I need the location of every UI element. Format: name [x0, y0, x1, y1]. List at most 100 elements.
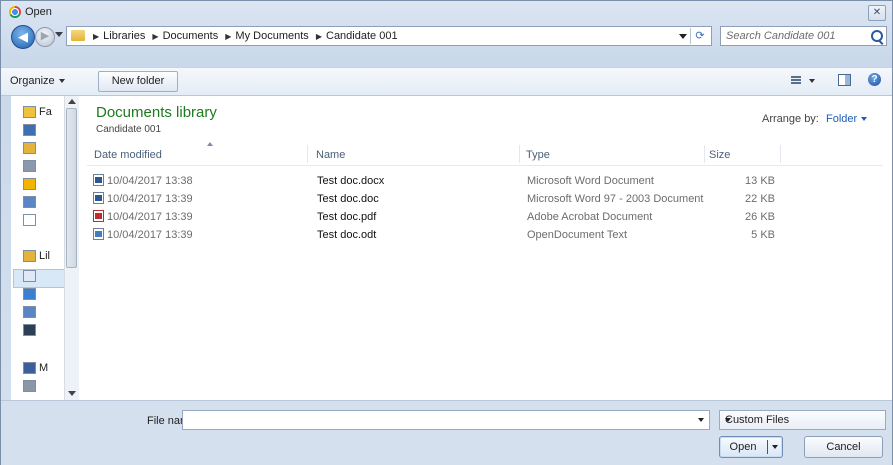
nav-item[interactable]: Fa [23, 106, 52, 122]
search-box[interactable] [720, 26, 887, 46]
address-dropdown[interactable] [679, 34, 687, 39]
file-list-pane: Documents library Candidate 001 Arrange … [79, 96, 892, 400]
nav-item[interactable]: Lil [23, 250, 50, 266]
nav-item[interactable] [23, 380, 39, 396]
desktop-icon [23, 124, 36, 137]
recent-locations-dropdown[interactable] [55, 32, 63, 37]
file-size: 26 KB [745, 211, 775, 223]
column-name[interactable]: Name [316, 149, 345, 161]
nav-item[interactable]: M [23, 362, 48, 378]
file-row[interactable]: 10/04/2017 13:39 Test doc.doc Microsoft Wo… [87, 190, 883, 208]
column-divider[interactable] [519, 145, 520, 163]
breadcrumb-separator[interactable]: ▶ [316, 32, 322, 41]
google-drive-icon [23, 178, 36, 191]
title-bar: Open ✕ [1, 1, 892, 23]
address-bar[interactable]: ▶ Libraries ▶ Documents ▶ My Documents ▶ Can… [66, 26, 712, 46]
file-date-modified: 10/04/2017 13:38 [107, 175, 193, 187]
forward-button[interactable]: ▶ [35, 27, 55, 47]
column-divider[interactable] [307, 145, 308, 163]
breadcrumb-separator[interactable]: ▶ [225, 32, 231, 41]
computer-icon [23, 362, 36, 375]
file-name: Test doc.docx [317, 175, 385, 187]
file-name-area: File name: Custom Files Open Cancel [1, 400, 892, 465]
search-input[interactable] [726, 29, 861, 43]
column-date-modified[interactable]: Date modified [94, 149, 162, 161]
library-title: Documents library [96, 104, 217, 121]
nav-item[interactable] [23, 214, 39, 230]
libraries-icon [23, 250, 36, 263]
column-size[interactable]: Size [709, 149, 730, 161]
file-name-field[interactable] [182, 410, 710, 430]
breadcrumb-documents[interactable]: Documents [163, 30, 219, 42]
file-date-modified: 10/04/2017 13:39 [107, 193, 193, 205]
navigation-scrollbar[interactable] [64, 96, 79, 400]
star-icon [23, 106, 36, 119]
open-dialog: Open ✕ ◀ ▶ ▶ Libraries ▶ Documents ▶ My Doc… [0, 0, 893, 465]
column-divider[interactable] [780, 145, 781, 163]
file-type-select[interactable]: Custom Files [719, 410, 886, 430]
close-button[interactable]: ✕ [868, 5, 886, 21]
documents-icon [23, 270, 36, 283]
nav-item[interactable] [23, 124, 39, 140]
breadcrumb: ▶ Libraries ▶ Documents ▶ My Documents ▶ Can… [89, 30, 398, 42]
file-name: Test doc.doc [317, 193, 379, 205]
nav-item[interactable] [23, 160, 39, 176]
cancel-button[interactable]: Cancel [804, 436, 883, 458]
nav-item[interactable] [23, 306, 39, 322]
scroll-up-icon[interactable] [68, 99, 76, 104]
nav-item[interactable] [23, 288, 39, 304]
pictures-icon [23, 196, 36, 209]
file-name-dropdown[interactable] [698, 418, 704, 422]
breadcrumb-candidate-001[interactable]: Candidate 001 [326, 30, 398, 42]
pictures-icon [23, 306, 36, 319]
column-headers: Date modified Name Type Size [87, 142, 883, 166]
arrange-by-label: Arrange by: [762, 113, 819, 125]
recent-places-icon [23, 160, 36, 173]
chevron-down-icon [861, 117, 868, 122]
file-row[interactable]: 10/04/2017 13:39 Test doc.odt OpenDocument… [87, 226, 883, 244]
network-drive-icon [23, 380, 36, 393]
nav-item[interactable] [23, 324, 39, 340]
file-name-input[interactable] [186, 413, 686, 427]
nav-item[interactable] [23, 270, 39, 286]
file-row[interactable]: 10/04/2017 13:39 Test doc.pdf Adobe Acroba… [87, 208, 883, 226]
change-view-button[interactable] [789, 74, 819, 88]
column-divider[interactable] [704, 145, 705, 163]
breadcrumb-separator[interactable]: ▶ [93, 32, 99, 41]
arrange-by-dropdown[interactable]: Folder [826, 113, 868, 125]
scrollbar-thumb[interactable] [66, 108, 77, 268]
open-options-dropdown[interactable] [772, 445, 778, 449]
videos-icon [23, 324, 36, 337]
search-icon[interactable] [871, 30, 883, 42]
file-type: Adobe Acrobat Document [527, 211, 653, 223]
refresh-button[interactable]: ⟳ [690, 28, 709, 44]
command-bar: Organize New folder ? [1, 67, 892, 96]
word-doc-icon [93, 192, 104, 204]
split-divider [767, 440, 768, 454]
organize-menu[interactable]: Organize [10, 75, 65, 87]
nav-item[interactable] [23, 196, 39, 212]
breadcrumb-separator[interactable]: ▶ [152, 32, 158, 41]
scroll-down-icon[interactable] [68, 391, 76, 396]
breadcrumb-libraries[interactable]: Libraries [103, 30, 145, 42]
nav-item[interactable] [23, 178, 39, 194]
music-icon [23, 288, 36, 301]
breadcrumb-my-documents[interactable]: My Documents [235, 30, 308, 42]
column-type[interactable]: Type [526, 149, 550, 161]
file-type: Microsoft Word Document [527, 175, 654, 187]
sort-ascending-icon [207, 142, 213, 146]
navigation-bar: ◀ ▶ ▶ Libraries ▶ Documents ▶ My Documents … [1, 24, 892, 50]
help-button[interactable]: ? [868, 73, 881, 86]
nav-item[interactable] [23, 142, 39, 158]
preview-pane-button[interactable] [838, 74, 851, 86]
library-subtitle: Candidate 001 [96, 124, 162, 135]
open-button[interactable]: Open [719, 436, 783, 458]
new-folder-button[interactable]: New folder [98, 71, 178, 92]
open-button-label: Open [729, 441, 757, 453]
pdf-icon [93, 210, 104, 222]
back-button[interactable]: ◀ [11, 25, 35, 49]
file-size: 22 KB [745, 193, 775, 205]
file-row[interactable]: 10/04/2017 13:38 Test doc.docx Microsoft W… [87, 172, 883, 190]
word-doc-icon [93, 174, 104, 186]
file-date-modified: 10/04/2017 13:39 [107, 211, 193, 223]
